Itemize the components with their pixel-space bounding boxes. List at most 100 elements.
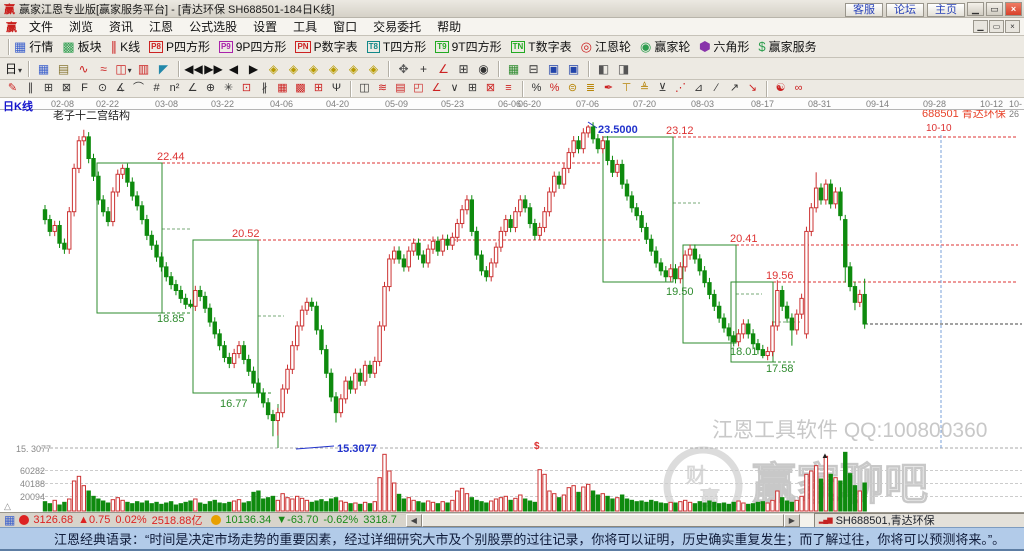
menu-item-公式选股[interactable]: 公式选股 <box>181 18 245 35</box>
restore-button[interactable]: ▭ <box>986 1 1003 16</box>
golden-bars-icon[interactable]: ≣ <box>582 81 599 96</box>
diamond-up-icon[interactable]: ◈ <box>304 60 323 78</box>
pen-tool-icon[interactable]: ✎ <box>4 81 21 96</box>
grid-pic-icon[interactable]: ▤ <box>392 81 409 96</box>
mdi-restore-button[interactable]: ▭ <box>989 20 1004 33</box>
angle-tool-icon[interactable]: ∠ <box>184 81 201 96</box>
horizontal-scrollbar[interactable]: ◀ ▶ <box>405 513 814 528</box>
arc-tool-icon[interactable]: ⌒ <box>130 81 147 96</box>
title-link-1[interactable]: 论坛 <box>886 2 924 17</box>
link-right-icon[interactable]: ◨ <box>614 60 633 78</box>
red-line-chart-2-icon[interactable]: ≈ <box>94 60 113 78</box>
percent-levels-icon[interactable]: % <box>546 81 563 96</box>
toolbar-gann-wheel-button[interactable]: ◎ 江恩轮 <box>581 38 631 55</box>
scroll-right-button[interactable]: ▶ <box>783 513 800 527</box>
angle-down-icon[interactable]: ⊻ <box>654 81 671 96</box>
grid-window-3-icon[interactable]: ⊠ <box>482 81 499 96</box>
angle-ruler-icon[interactable]: ∡ <box>112 81 129 96</box>
red-line-chart-icon[interactable]: ∿ <box>74 60 93 78</box>
nav-first-icon[interactable]: ◀◀ <box>184 60 203 78</box>
percent-ruler-icon[interactable]: % <box>528 81 545 96</box>
toolbar-sectors-button[interactable]: ▩ 板块 <box>62 38 101 55</box>
vertical-lines-icon[interactable]: ∥ <box>22 81 39 96</box>
toolbar-p-digit-table-button[interactable]: PN P数字表 <box>295 38 358 55</box>
menu-item-交易委托[interactable]: 交易委托 <box>365 18 429 35</box>
angle-red-icon[interactable]: ∠ <box>428 81 445 96</box>
hand-tool-icon[interactable]: ✥ <box>394 60 413 78</box>
menu-item-窗口[interactable]: 窗口 <box>325 18 365 35</box>
toolbar-9p-square-button[interactable]: P9 9P四方形 <box>218 38 286 55</box>
triangle-tool-icon[interactable]: ⊿ <box>690 81 707 96</box>
red-grid-2-icon[interactable]: ▩ <box>292 81 309 96</box>
chart-frame-icon[interactable]: ▦ <box>34 60 53 78</box>
toolbar-p-square-button[interactable]: P8 P四方形 <box>149 38 210 55</box>
gann-box-icon[interactable]: ⊠ <box>58 81 75 96</box>
split-lines-icon[interactable]: ∦ <box>256 81 273 96</box>
link-left-icon[interactable]: ◧ <box>594 60 613 78</box>
menu-item-江恩[interactable]: 江恩 <box>141 18 181 35</box>
slant-line-icon[interactable]: ∕ <box>708 81 725 96</box>
red-grid-1-icon[interactable]: ▦ <box>274 81 291 96</box>
scrollbar-thumb[interactable] <box>421 513 784 527</box>
circle-cross-icon[interactable]: ⊕ <box>202 81 219 96</box>
toolbar-winner-wheel-button[interactable]: ◉ 赢家轮 <box>640 38 690 55</box>
branch-tool-icon[interactable]: Ψ <box>328 81 345 96</box>
gold-levels-icon[interactable]: ≜ <box>636 81 653 96</box>
fibonacci-f-icon[interactable]: F <box>76 81 93 96</box>
scroll-left-button[interactable]: ◀ <box>405 513 422 527</box>
menu-item-设置[interactable]: 设置 <box>245 18 285 35</box>
tick-chart-icon[interactable]: ▥ <box>134 60 153 78</box>
hash-lines-icon[interactable]: # <box>148 81 165 96</box>
fan-3-icon[interactable]: ≡ <box>500 81 517 96</box>
menu-item-资讯[interactable]: 资讯 <box>101 18 141 35</box>
spiral-tool-icon[interactable]: ⊙ <box>94 81 111 96</box>
level-grid-icon[interactable]: ⊤ <box>618 81 635 96</box>
scrollbar-track[interactable] <box>799 513 814 527</box>
nav-prev-icon[interactable]: ◀ <box>224 60 243 78</box>
title-link-2[interactable]: 主页 <box>927 2 965 17</box>
save-layout-icon[interactable]: ▣ <box>544 60 563 78</box>
color-flag-icon[interactable]: ◤ <box>154 60 173 78</box>
diamond-expand-icon[interactable]: ◈ <box>344 60 363 78</box>
window-grid-icon[interactable]: ⊞ <box>310 81 327 96</box>
save-disk-icon[interactable]: ▣ <box>564 60 583 78</box>
candle-style-icon[interactable]: ◫▾ <box>114 60 133 78</box>
close-button[interactable]: × <box>1005 1 1022 16</box>
menu-item-帮助[interactable]: 帮助 <box>429 18 469 35</box>
toolbar-t-digit-table-button[interactable]: TN T数字表 <box>510 38 572 55</box>
golden-circle-icon[interactable]: ⊜ <box>564 81 581 96</box>
diamond-right-icon[interactable]: ◈ <box>284 60 303 78</box>
fan-lines-icon[interactable]: ✳ <box>220 81 237 96</box>
toolbar-9t-square-button[interactable]: T9 9T四方形 <box>435 38 502 55</box>
quote-grid-icon[interactable]: ▦ <box>4 513 15 527</box>
diamond-left-icon[interactable]: ◈ <box>264 60 283 78</box>
mdi-minimize-button[interactable]: ▁ <box>973 20 988 33</box>
calculator-icon[interactable]: ⊟ <box>524 60 543 78</box>
nav-next-icon[interactable]: ▶ <box>244 60 263 78</box>
square-n2-icon[interactable]: n² <box>166 81 183 96</box>
box-k-icon[interactable]: ⊡ <box>238 81 255 96</box>
check-tool-icon[interactable]: ∨ <box>446 81 463 96</box>
wave-infinity-icon[interactable]: ∞ <box>790 81 807 96</box>
yinyang-icon[interactable]: ☯ <box>772 81 789 96</box>
toolbar-kline-button[interactable]: ∥ K线 <box>111 38 141 55</box>
angle-measure-icon[interactable]: ∠ <box>434 60 453 78</box>
note-pad-icon[interactable]: ▤ <box>54 60 73 78</box>
diamond-shrink-icon[interactable]: ◈ <box>364 60 383 78</box>
box-line-icon[interactable]: ◫ <box>356 81 373 96</box>
nav-last-icon[interactable]: ▶▶ <box>204 60 223 78</box>
mdi-close-button[interactable]: × <box>1005 20 1020 33</box>
minimize-button[interactable]: ▁ <box>967 1 984 16</box>
pen-price-icon[interactable]: ✒ <box>600 81 617 96</box>
title-link-0[interactable]: 客服 <box>845 2 883 17</box>
picture-grid-icon[interactable]: ◰ <box>410 81 427 96</box>
toolbar-hexagon-button[interactable]: 六角形 <box>699 38 749 55</box>
fibo-fan-icon[interactable]: ⋰ <box>672 81 689 96</box>
toolbar-winner-service-button[interactable]: $ 赢家服务 <box>758 38 816 55</box>
trend-up-icon[interactable]: ↗ <box>726 81 743 96</box>
circle-tool-icon[interactable]: ◉ <box>474 60 493 78</box>
toolbar-quotes-button[interactable]: ▦ 行情 <box>14 38 53 55</box>
trend-down-icon[interactable]: ↘ <box>744 81 761 96</box>
crosshair-tool-icon[interactable]: + <box>414 60 433 78</box>
gann-grid-icon[interactable]: ⊞ <box>40 81 57 96</box>
